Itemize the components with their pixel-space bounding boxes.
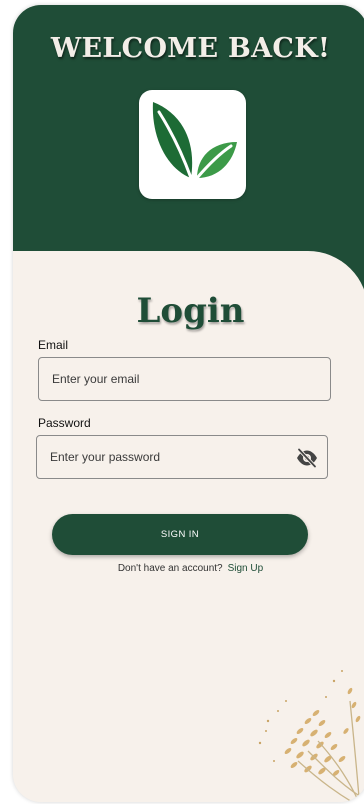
phone-screen: WELCOME BACK! Login Email Password [13,5,364,802]
sign-in-button[interactable]: SIGN IN [52,514,308,555]
app-logo [139,90,246,199]
email-label: Email [38,338,69,352]
login-card: Login Email Password SIGN IN Don't have … [13,251,364,802]
email-input[interactable] [52,358,282,400]
password-input-box [36,435,328,479]
welcome-title: WELCOME BACK! [50,33,331,64]
leaf-logo-icon [152,102,237,180]
signup-prompt: Don't have an account? [117,563,223,574]
login-title: Login [136,291,245,331]
password-label: Password [38,416,91,430]
eye-off-icon[interactable] [295,446,319,470]
password-input[interactable] [50,436,280,478]
sign-up-link[interactable]: Sign Up [228,563,264,574]
signup-row: Don't have an account? Sign Up [13,563,364,574]
wheat-decoration-icon [238,661,364,802]
email-input-box [38,357,331,401]
